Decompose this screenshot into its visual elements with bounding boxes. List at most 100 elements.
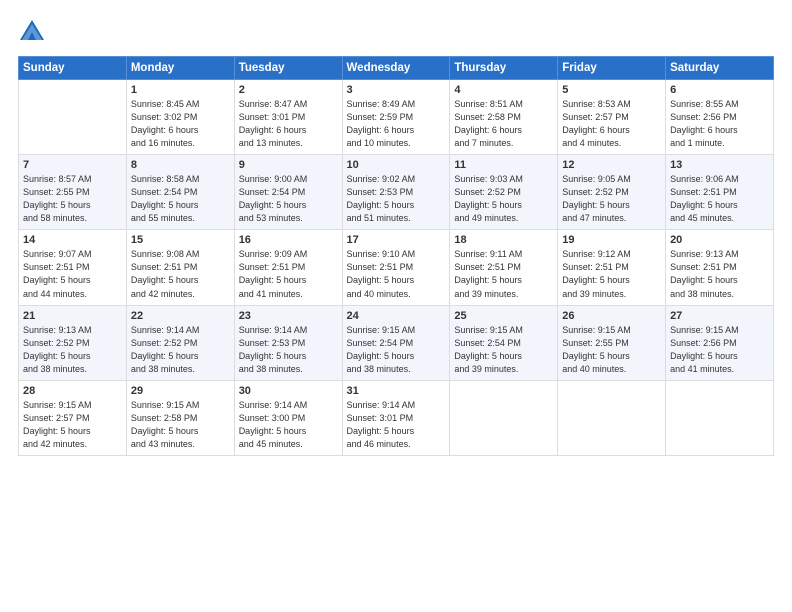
weekday-header: Friday [558, 57, 666, 80]
weekday-header: Monday [126, 57, 234, 80]
cell-info: Sunrise: 9:15 AMSunset: 2:54 PMDaylight:… [347, 324, 446, 376]
calendar-cell [666, 380, 774, 455]
day-number: 9 [239, 159, 338, 171]
day-number: 1 [131, 84, 230, 96]
day-number: 26 [562, 310, 661, 322]
calendar-cell: 30 Sunrise: 9:14 AMSunset: 3:00 PMDayligh… [234, 380, 342, 455]
day-number: 5 [562, 84, 661, 96]
calendar-cell: 27 Sunrise: 9:15 AMSunset: 2:56 PMDayligh… [666, 305, 774, 380]
calendar-cell: 22 Sunrise: 9:14 AMSunset: 2:52 PMDayligh… [126, 305, 234, 380]
calendar-cell [558, 380, 666, 455]
calendar-cell: 5 Sunrise: 8:53 AMSunset: 2:57 PMDaylight… [558, 80, 666, 155]
cell-info: Sunrise: 9:12 AMSunset: 2:51 PMDaylight:… [562, 248, 661, 300]
cell-info: Sunrise: 8:58 AMSunset: 2:54 PMDaylight:… [131, 173, 230, 225]
day-number: 28 [23, 385, 122, 397]
weekday-header: Tuesday [234, 57, 342, 80]
cell-info: Sunrise: 8:57 AMSunset: 2:55 PMDaylight:… [23, 173, 122, 225]
day-number: 13 [670, 159, 769, 171]
day-number: 31 [347, 385, 446, 397]
calendar-cell: 31Sunrise: 9:14 AMSunset: 3:01 PMDayligh… [342, 380, 450, 455]
cell-info: Sunrise: 9:15 AMSunset: 2:57 PMDaylight:… [23, 399, 122, 451]
calendar-cell: 13 Sunrise: 9:06 AMSunset: 2:51 PMDayligh… [666, 155, 774, 230]
calendar-cell: 10 Sunrise: 9:02 AMSunset: 2:53 PMDayligh… [342, 155, 450, 230]
calendar-week-row: 28 Sunrise: 9:15 AMSunset: 2:57 PMDayligh… [19, 380, 774, 455]
day-number: 21 [23, 310, 122, 322]
day-number: 8 [131, 159, 230, 171]
calendar-table: SundayMondayTuesdayWednesdayThursdayFrid… [18, 56, 774, 456]
calendar-cell: 14Sunrise: 9:07 AMSunset: 2:51 PMDayligh… [19, 230, 127, 305]
logo [18, 18, 50, 46]
day-number: 24 [347, 310, 446, 322]
cell-info: Sunrise: 9:15 AMSunset: 2:58 PMDaylight:… [131, 399, 230, 451]
cell-info: Sunrise: 9:15 AMSunset: 2:55 PMDaylight:… [562, 324, 661, 376]
calendar-cell: 6 Sunrise: 8:55 AMSunset: 2:56 PMDaylight… [666, 80, 774, 155]
calendar-cell: 3 Sunrise: 8:49 AMSunset: 2:59 PMDaylight… [342, 80, 450, 155]
calendar-cell: 2 Sunrise: 8:47 AMSunset: 3:01 PMDaylight… [234, 80, 342, 155]
calendar-cell: 9Sunrise: 9:00 AMSunset: 2:54 PMDaylight… [234, 155, 342, 230]
cell-info: Sunrise: 9:02 AMSunset: 2:53 PMDaylight:… [347, 173, 446, 225]
day-number: 30 [239, 385, 338, 397]
cell-info: Sunrise: 9:10 AMSunset: 2:51 PMDaylight:… [347, 248, 446, 300]
cell-info: Sunrise: 8:49 AMSunset: 2:59 PMDaylight:… [347, 98, 446, 150]
day-number: 7 [23, 159, 122, 171]
day-number: 27 [670, 310, 769, 322]
calendar-cell: 20 Sunrise: 9:13 AMSunset: 2:51 PMDayligh… [666, 230, 774, 305]
cell-info: Sunrise: 8:55 AMSunset: 2:56 PMDaylight:… [670, 98, 769, 150]
page-header [18, 18, 774, 46]
calendar-week-row: 1Sunrise: 8:45 AMSunset: 3:02 PMDaylight… [19, 80, 774, 155]
day-number: 29 [131, 385, 230, 397]
day-number: 25 [454, 310, 553, 322]
day-number: 19 [562, 234, 661, 246]
cell-info: Sunrise: 9:13 AMSunset: 2:51 PMDaylight:… [670, 248, 769, 300]
calendar-cell: 28 Sunrise: 9:15 AMSunset: 2:57 PMDayligh… [19, 380, 127, 455]
day-number: 20 [670, 234, 769, 246]
day-number: 11 [454, 159, 553, 171]
cell-info: Sunrise: 9:14 AMSunset: 2:52 PMDaylight:… [131, 324, 230, 376]
cell-info: Sunrise: 9:14 AMSunset: 3:00 PMDaylight:… [239, 399, 338, 451]
cell-info: Sunrise: 8:53 AMSunset: 2:57 PMDaylight:… [562, 98, 661, 150]
cell-info: Sunrise: 9:15 AMSunset: 2:54 PMDaylight:… [454, 324, 553, 376]
weekday-header: Sunday [19, 57, 127, 80]
calendar-week-row: 7 Sunrise: 8:57 AMSunset: 2:55 PMDaylight… [19, 155, 774, 230]
logo-icon [18, 18, 46, 46]
calendar-body: 1Sunrise: 8:45 AMSunset: 3:02 PMDaylight… [19, 80, 774, 456]
day-number: 3 [347, 84, 446, 96]
calendar-header-row: SundayMondayTuesdayWednesdayThursdayFrid… [19, 57, 774, 80]
cell-info: Sunrise: 9:14 AMSunset: 2:53 PMDaylight:… [239, 324, 338, 376]
cell-info: Sunrise: 9:11 AMSunset: 2:51 PMDaylight:… [454, 248, 553, 300]
calendar-cell: 23Sunrise: 9:14 AMSunset: 2:53 PMDayligh… [234, 305, 342, 380]
cell-info: Sunrise: 9:03 AMSunset: 2:52 PMDaylight:… [454, 173, 553, 225]
cell-info: Sunrise: 8:51 AMSunset: 2:58 PMDaylight:… [454, 98, 553, 150]
calendar-cell: 26 Sunrise: 9:15 AMSunset: 2:55 PMDayligh… [558, 305, 666, 380]
day-number: 15 [131, 234, 230, 246]
calendar-cell: 17 Sunrise: 9:10 AMSunset: 2:51 PMDayligh… [342, 230, 450, 305]
calendar-cell [19, 80, 127, 155]
calendar-cell: 18Sunrise: 9:11 AMSunset: 2:51 PMDayligh… [450, 230, 558, 305]
weekday-header: Saturday [666, 57, 774, 80]
cell-info: Sunrise: 9:08 AMSunset: 2:51 PMDaylight:… [131, 248, 230, 300]
calendar-cell: 4 Sunrise: 8:51 AMSunset: 2:58 PMDaylight… [450, 80, 558, 155]
day-number: 2 [239, 84, 338, 96]
cell-info: Sunrise: 9:07 AMSunset: 2:51 PMDaylight:… [23, 248, 122, 300]
cell-info: Sunrise: 9:06 AMSunset: 2:51 PMDaylight:… [670, 173, 769, 225]
day-number: 4 [454, 84, 553, 96]
calendar-week-row: 14Sunrise: 9:07 AMSunset: 2:51 PMDayligh… [19, 230, 774, 305]
cell-info: Sunrise: 9:05 AMSunset: 2:52 PMDaylight:… [562, 173, 661, 225]
day-number: 10 [347, 159, 446, 171]
cell-info: Sunrise: 9:09 AMSunset: 2:51 PMDaylight:… [239, 248, 338, 300]
cell-info: Sunrise: 9:15 AMSunset: 2:56 PMDaylight:… [670, 324, 769, 376]
calendar-cell [450, 380, 558, 455]
calendar-cell: 25 Sunrise: 9:15 AMSunset: 2:54 PMDayligh… [450, 305, 558, 380]
day-number: 6 [670, 84, 769, 96]
day-number: 12 [562, 159, 661, 171]
calendar-cell: 7 Sunrise: 8:57 AMSunset: 2:55 PMDaylight… [19, 155, 127, 230]
cell-info: Sunrise: 8:47 AMSunset: 3:01 PMDaylight:… [239, 98, 338, 150]
calendar-cell: 29 Sunrise: 9:15 AMSunset: 2:58 PMDayligh… [126, 380, 234, 455]
day-number: 22 [131, 310, 230, 322]
calendar-cell: 16Sunrise: 9:09 AMSunset: 2:51 PMDayligh… [234, 230, 342, 305]
weekday-header: Thursday [450, 57, 558, 80]
weekday-header: Wednesday [342, 57, 450, 80]
calendar-cell: 21Sunrise: 9:13 AMSunset: 2:52 PMDayligh… [19, 305, 127, 380]
day-number: 17 [347, 234, 446, 246]
calendar-cell: 12 Sunrise: 9:05 AMSunset: 2:52 PMDayligh… [558, 155, 666, 230]
